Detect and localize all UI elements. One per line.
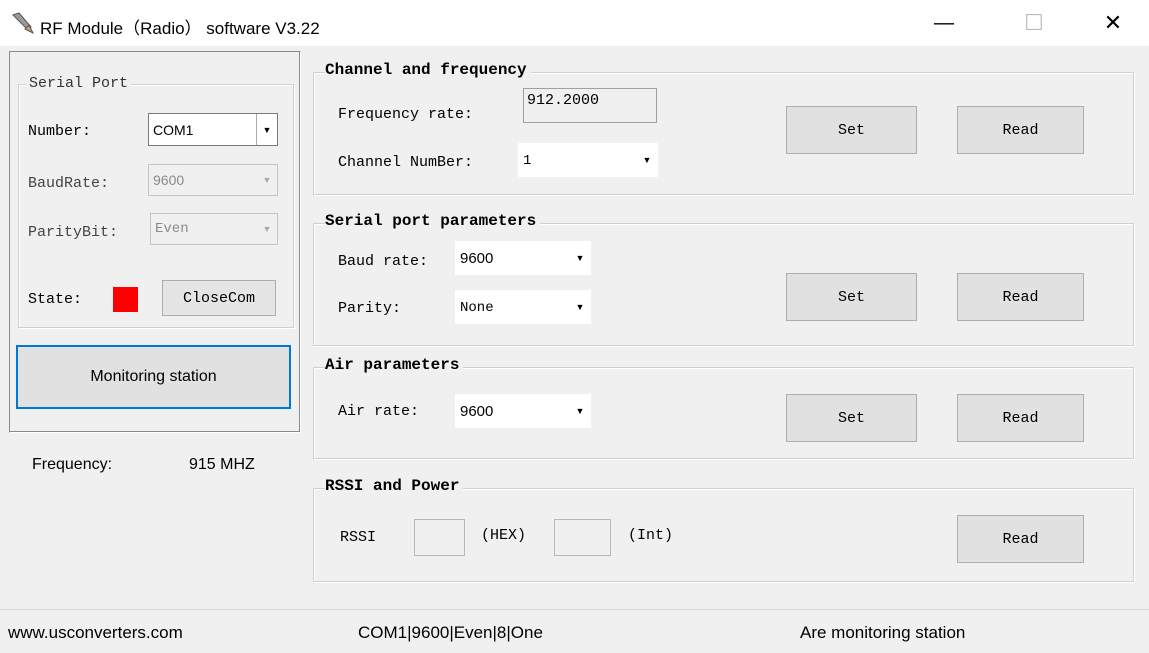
paritybit-value: Even xyxy=(155,221,189,237)
rssi-int-field[interactable] xyxy=(554,519,611,556)
close-com-button[interactable]: CloseCom xyxy=(162,280,276,316)
channel-read-button[interactable]: Read xyxy=(957,106,1084,154)
number-label: Number: xyxy=(28,123,92,140)
frequency-rate-field[interactable]: 912.2000 xyxy=(523,88,657,123)
chevron-down-icon: ▼ xyxy=(642,155,652,165)
chevron-down-icon: ▼ xyxy=(575,302,585,312)
int-label: (Int) xyxy=(628,527,674,544)
state-indicator xyxy=(113,287,138,312)
status-port-info: COM1|9600|Even|8|One xyxy=(358,623,543,642)
channel-number-label: Channel NumBer: xyxy=(338,154,474,171)
chevron-down-icon: ▼ xyxy=(575,406,585,416)
air-set-button[interactable]: Set xyxy=(786,394,917,442)
channel-number-select[interactable]: 1 ▼ xyxy=(518,143,658,177)
close-button[interactable]: ✕ xyxy=(1082,0,1144,46)
baudrate-select[interactable]: 9600 ▼ xyxy=(148,164,278,196)
chevron-down-icon: ▼ xyxy=(575,253,585,263)
status-website: www.usconverters.com xyxy=(8,623,183,642)
baudrate-label: BaudRate: xyxy=(28,175,110,192)
baud-rate-label: Baud rate: xyxy=(338,253,429,270)
number-select[interactable]: COM1 ▼ xyxy=(148,113,278,146)
parity-select[interactable]: None ▼ xyxy=(455,290,591,324)
maximize-button[interactable]: ☐ xyxy=(1003,0,1065,46)
rssi-read-button[interactable]: Read xyxy=(957,515,1084,563)
serial-read-button[interactable]: Read xyxy=(957,273,1084,321)
state-label: State: xyxy=(28,291,83,308)
number-value: COM1 xyxy=(153,122,194,138)
channel-number-value: 1 xyxy=(523,153,532,169)
chevron-down-icon: ▼ xyxy=(262,224,272,234)
chevron-down-icon: ▼ xyxy=(262,175,272,185)
frequency-value: 915 MHZ xyxy=(189,456,255,473)
baud-rate-value: 9600 xyxy=(460,250,494,267)
rssi-title: RSSI and Power xyxy=(325,477,464,495)
frequency-rate-label: Frequency rate: xyxy=(338,106,474,123)
monitoring-station-button[interactable]: Monitoring station xyxy=(16,345,291,409)
air-read-button[interactable]: Read xyxy=(957,394,1084,442)
frequency-rate-value: 912.2000 xyxy=(527,92,600,109)
serial-set-button[interactable]: Set xyxy=(786,273,917,321)
chevron-down-icon: ▼ xyxy=(256,114,277,145)
channel-set-button[interactable]: Set xyxy=(786,106,917,154)
air-rate-label: Air rate: xyxy=(338,403,420,420)
app-icon xyxy=(12,12,35,35)
frequency-label: Frequency: xyxy=(32,456,113,473)
baudrate-value: 9600 xyxy=(153,172,185,188)
air-rate-value: 9600 xyxy=(460,403,494,420)
paritybit-label: ParityBit: xyxy=(28,224,119,241)
status-state: Are monitoring station xyxy=(800,623,966,642)
rssi-hex-field[interactable] xyxy=(414,519,465,556)
parity-value: None xyxy=(460,300,494,316)
air-rate-select[interactable]: 9600 ▼ xyxy=(455,394,591,428)
baud-rate-select[interactable]: 9600 ▼ xyxy=(455,241,591,275)
paritybit-select[interactable]: Even ▼ xyxy=(150,213,278,245)
serial-port-title: Serial Port xyxy=(26,75,132,92)
air-title: Air parameters xyxy=(325,356,464,374)
channel-title: Channel and frequency xyxy=(325,61,531,79)
serial-params-title: Serial port parameters xyxy=(325,212,541,230)
rssi-label: RSSI xyxy=(340,529,377,546)
parity-label: Parity: xyxy=(338,300,402,317)
minimize-button[interactable]: — xyxy=(913,0,975,46)
hex-label: (HEX) xyxy=(481,527,527,544)
window-title: RF Module（Radio） software V3.22 xyxy=(40,19,320,38)
